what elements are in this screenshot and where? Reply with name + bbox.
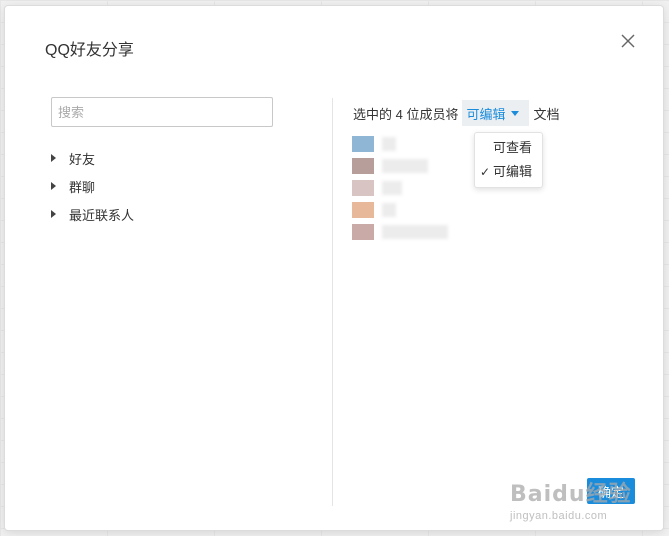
dropdown-arrow-icon	[511, 110, 520, 116]
caret-right-icon	[51, 154, 56, 162]
permission-suffix: 文档	[533, 106, 560, 122]
tree-item-recent[interactable]: 最近联系人	[49, 200, 134, 228]
member-name-redacted	[382, 203, 396, 217]
permission-selected: 可编辑	[466, 106, 506, 122]
tree-item-label: 群聊	[69, 179, 96, 195]
confirm-button[interactable]: 确定	[587, 478, 635, 504]
caret-right-icon	[51, 182, 56, 190]
permission-dropdown: 可查看 ✓ 可编辑	[474, 132, 543, 188]
member-name-redacted	[382, 225, 448, 239]
member-row	[352, 221, 448, 243]
permission-prefix: 选中的 4 位成员将	[353, 106, 459, 122]
member-name-redacted	[382, 137, 396, 151]
permission-line: 选中的 4 位成员将 可编辑 文档	[353, 100, 560, 126]
close-icon	[621, 34, 635, 48]
option-label: 可编辑	[493, 164, 533, 179]
dialog-title: QQ好友分享	[45, 42, 134, 59]
avatar	[352, 136, 374, 152]
search-input[interactable]	[51, 97, 273, 127]
member-row	[352, 133, 448, 155]
avatar	[352, 202, 374, 218]
tree-item-label: 好友	[69, 151, 96, 167]
tree-item-label: 最近联系人	[69, 207, 135, 223]
tree-item-friends[interactable]: 好友	[49, 144, 134, 172]
contact-tree: 好友 群聊 最近联系人	[49, 144, 134, 228]
check-icon: ✓	[480, 165, 491, 179]
member-name-redacted	[382, 159, 428, 173]
member-row	[352, 155, 448, 177]
selected-members	[352, 133, 448, 243]
option-edit[interactable]: ✓ 可编辑	[475, 160, 542, 184]
avatar	[352, 224, 374, 240]
close-button[interactable]	[619, 32, 637, 50]
avatar	[352, 180, 374, 196]
avatar	[352, 158, 374, 174]
watermark-url: jingyan.baidu.com	[510, 510, 608, 522]
panel-divider	[332, 98, 333, 506]
tree-item-groups[interactable]: 群聊	[49, 172, 134, 200]
member-name-redacted	[382, 181, 402, 195]
option-label: 可查看	[493, 140, 533, 155]
caret-right-icon	[51, 210, 56, 218]
share-dialog: QQ好友分享 好友 群聊 最近联系人 选中的 4 位成员将 可编辑 文档	[5, 6, 663, 530]
permission-select[interactable]: 可编辑	[462, 100, 530, 126]
member-row	[352, 177, 448, 199]
member-row	[352, 199, 448, 221]
option-view[interactable]: 可查看	[475, 136, 542, 160]
